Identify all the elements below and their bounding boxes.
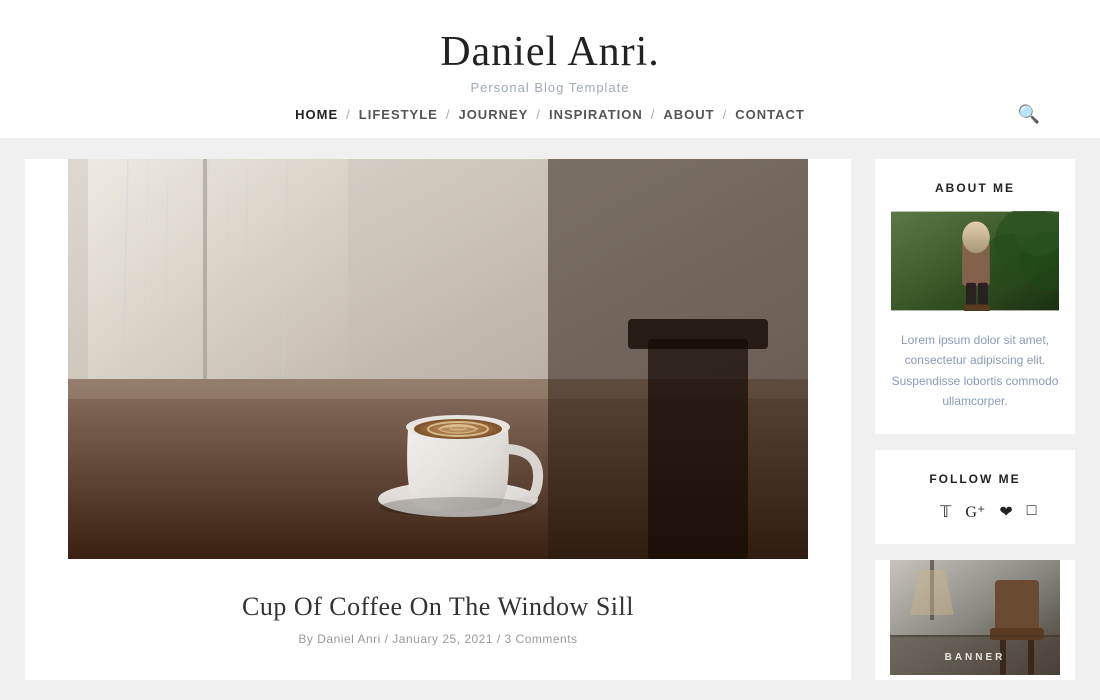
nav-links: HOME / LIFESTYLE / JOURNEY / INSPIRATION… (293, 107, 807, 122)
site-subtitle: Personal Blog Template (0, 80, 1100, 95)
main-nav: HOME / LIFESTYLE / JOURNEY / INSPIRATION… (0, 107, 1100, 122)
facebook-icon[interactable]:  (914, 502, 926, 522)
post-title: Cup Of Coffee On The Window Sill (57, 592, 819, 622)
instagram-icon[interactable]: □ (1027, 502, 1037, 522)
nav-contact[interactable]: CONTACT (733, 107, 807, 122)
twitter-icon[interactable]: 𝕋 (940, 502, 951, 522)
post-image-wrapper (25, 159, 851, 564)
pinterest-icon[interactable]: ❤ (999, 502, 1012, 522)
nav-sep-3: / (536, 107, 541, 122)
about-image (891, 211, 1059, 311)
search-icon[interactable]: 🔍 (1018, 104, 1040, 125)
banner-image[interactable]: BANNER (875, 560, 1075, 675)
nav-about[interactable]: ABOUT (661, 107, 716, 122)
about-section: ABOUT ME (875, 159, 1075, 434)
nav-sep-5: / (723, 107, 728, 122)
content-area: Cup Of Coffee On The Window Sill By Dani… (25, 159, 851, 680)
about-text: Lorem ipsum dolor sit amet, consectetur … (891, 330, 1059, 412)
site-title: Daniel Anri. (0, 28, 1100, 76)
svg-text:BANNER: BANNER (945, 652, 1006, 663)
follow-icons:  𝕋 G⁺ ❤ □ (891, 502, 1059, 522)
nav-sep-4: / (651, 107, 656, 122)
nav-home[interactable]: HOME (293, 107, 340, 122)
follow-section: FOLLOW ME  𝕋 G⁺ ❤ □ (875, 450, 1075, 544)
sidebar: ABOUT ME (875, 159, 1075, 680)
nav-sep-1: / (346, 107, 351, 122)
nav-sep-2: / (446, 107, 451, 122)
site-header: Daniel Anri. Personal Blog Template HOME… (0, 0, 1100, 139)
banner-section: BANNER (875, 560, 1075, 680)
post-featured-image (25, 159, 851, 559)
nav-lifestyle[interactable]: LIFESTYLE (357, 107, 440, 122)
post-meta: By Daniel Anri / January 25, 2021 / 3 Co… (57, 632, 819, 646)
nav-journey[interactable]: JOURNEY (456, 107, 530, 122)
about-heading: ABOUT ME (891, 181, 1059, 195)
follow-heading: FOLLOW ME (891, 472, 1059, 486)
googleplus-icon[interactable]: G⁺ (965, 502, 985, 522)
nav-inspiration[interactable]: INSPIRATION (547, 107, 645, 122)
post-info: Cup Of Coffee On The Window Sill By Dani… (25, 564, 851, 662)
main-wrapper: Cup Of Coffee On The Window Sill By Dani… (25, 139, 1075, 700)
